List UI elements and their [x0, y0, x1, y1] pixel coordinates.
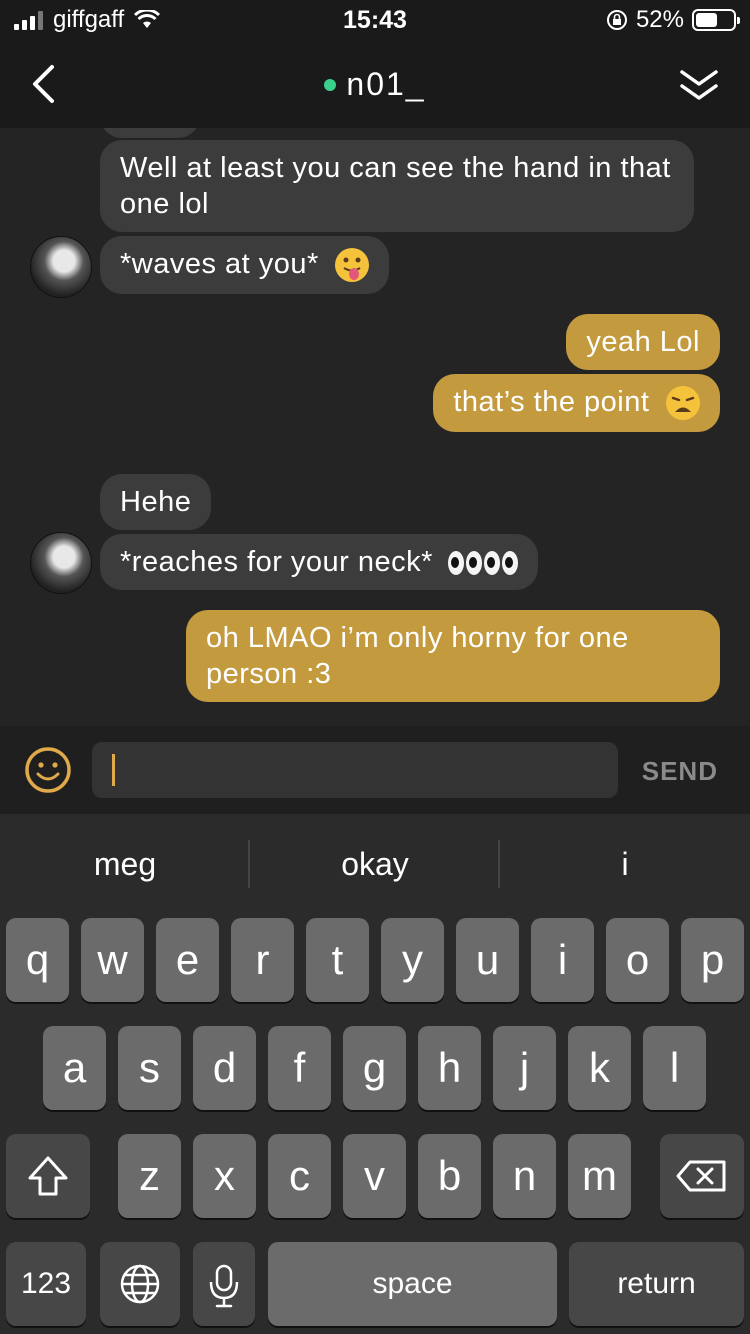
message-text: *reaches for your neck*	[120, 546, 433, 578]
contact-avatar[interactable]	[30, 236, 92, 298]
key-r[interactable]: r	[231, 918, 294, 1002]
message-text: yeah Lol	[586, 326, 700, 358]
key-s[interactable]: s	[118, 1026, 181, 1110]
keyboard: meg okay i q w e r t y u i o p a s d f g…	[0, 814, 750, 1334]
globe-key[interactable]	[100, 1242, 180, 1326]
message-text: oh LMAO i’m only horny for one person :3	[206, 622, 629, 690]
key-u[interactable]: u	[456, 918, 519, 1002]
battery-percent: 52%	[635, 6, 684, 33]
microphone-icon	[209, 1264, 239, 1308]
message-bubble-outgoing[interactable]: that’s the point	[433, 374, 720, 432]
shift-icon	[28, 1156, 68, 1196]
key-h[interactable]: h	[418, 1026, 481, 1110]
key-c[interactable]: c	[268, 1134, 331, 1218]
key-q[interactable]: q	[6, 918, 69, 1002]
key-v[interactable]: v	[343, 1134, 406, 1218]
key-a[interactable]: a	[43, 1026, 106, 1110]
key-k[interactable]: k	[568, 1026, 631, 1110]
key-z[interactable]: z	[118, 1134, 181, 1218]
key-j[interactable]: j	[493, 1026, 556, 1110]
key-g[interactable]: g	[343, 1026, 406, 1110]
numbers-key[interactable]: 123	[6, 1242, 86, 1326]
shift-key[interactable]	[6, 1134, 90, 1218]
key-y[interactable]: y	[381, 918, 444, 1002]
key-f[interactable]: f	[268, 1026, 331, 1110]
message-input[interactable]	[92, 742, 618, 798]
space-key[interactable]: space	[268, 1242, 557, 1326]
key-i[interactable]: i	[531, 918, 594, 1002]
dictation-key[interactable]	[193, 1242, 255, 1326]
key-m[interactable]: m	[568, 1134, 631, 1218]
orientation-lock-icon	[606, 10, 627, 30]
message-input-bar: SEND	[0, 726, 750, 814]
status-right: 52%	[606, 6, 740, 34]
message-bubble-outgoing[interactable]: yeah Lol	[566, 314, 720, 370]
message-bubble-partial	[100, 128, 200, 138]
double-chevron-down-icon[interactable]	[678, 66, 720, 104]
online-status-dot	[324, 78, 337, 91]
contact-title[interactable]: n01_	[0, 66, 750, 103]
message-text: Well at least you can see the hand in th…	[120, 152, 671, 220]
message-bubble-outgoing[interactable]: oh LMAO i’m only horny for one person :3	[186, 610, 720, 702]
globe-icon	[120, 1264, 160, 1304]
message-bubble-incoming[interactable]: Hehe	[100, 474, 212, 530]
message-bubble-incoming[interactable]: Well at least you can see the hand in th…	[100, 140, 694, 232]
chat-thread[interactable]: Well at least you can see the hand in th…	[0, 128, 750, 726]
message-text: that’s the point	[453, 386, 650, 418]
text-caret	[112, 754, 115, 786]
delete-key[interactable]	[660, 1134, 744, 1218]
message-text: *waves at you*	[120, 248, 319, 280]
suggestion-3[interactable]: i	[500, 846, 750, 883]
key-e[interactable]: e	[156, 918, 219, 1002]
battery-icon	[692, 9, 740, 31]
return-key[interactable]: return	[569, 1242, 744, 1326]
key-p[interactable]: p	[681, 918, 744, 1002]
key-l[interactable]: l	[643, 1026, 706, 1110]
key-x[interactable]: x	[193, 1134, 256, 1218]
emoji-picker-icon[interactable]	[24, 746, 72, 794]
send-button[interactable]: SEND	[642, 756, 718, 787]
tongue-out-emoji	[335, 248, 370, 283]
eyes-emoji	[447, 551, 518, 576]
key-d[interactable]: d	[193, 1026, 256, 1110]
contact-avatar[interactable]	[30, 532, 92, 594]
weary-face-emoji	[666, 386, 700, 421]
chat-header: n01_	[0, 40, 750, 128]
contact-name: n01_	[346, 66, 426, 102]
key-w[interactable]: w	[81, 918, 144, 1002]
suggestion-1[interactable]: meg	[0, 846, 250, 883]
key-o[interactable]: o	[606, 918, 669, 1002]
key-b[interactable]: b	[418, 1134, 481, 1218]
backspace-icon	[676, 1160, 726, 1192]
suggestion-2[interactable]: okay	[250, 846, 500, 883]
predictive-bar: meg okay i	[0, 814, 750, 914]
status-bar: giffgaff 15:43 52%	[0, 0, 750, 40]
message-bubble-incoming[interactable]: *waves at you*	[100, 236, 390, 294]
message-text: Hehe	[120, 486, 192, 518]
message-bubble-incoming[interactable]: *reaches for your neck*	[100, 534, 538, 590]
key-n[interactable]: n	[493, 1134, 556, 1218]
key-t[interactable]: t	[306, 918, 369, 1002]
